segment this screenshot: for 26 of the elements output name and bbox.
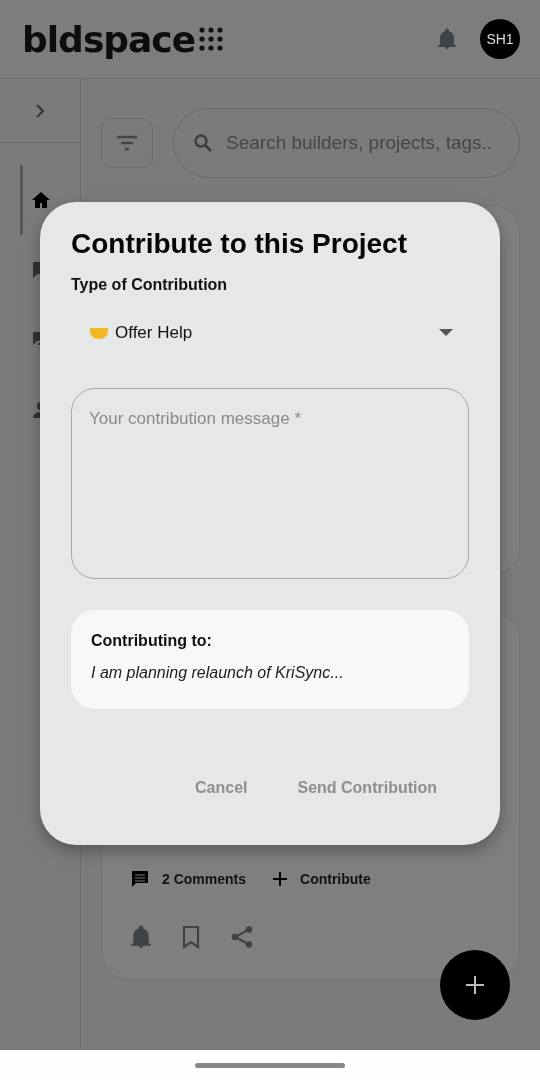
logo-mark-icon: [199, 27, 224, 51]
contribute-button[interactable]: Contribute: [272, 871, 371, 887]
message-field[interactable]: Your contribution message *: [71, 388, 469, 579]
home-indicator[interactable]: [195, 1062, 345, 1068]
logo-text: bldspace: [22, 18, 196, 60]
home-icon: [31, 190, 51, 210]
field-label: Type of Contribution: [71, 276, 229, 294]
comment-icon: [130, 869, 150, 889]
caret-icon: [439, 329, 453, 337]
chevron-right-icon[interactable]: [35, 103, 45, 118]
filter-button[interactable]: [101, 118, 153, 168]
context-label: Contributing to:: [91, 632, 213, 650]
dialog-title: Contribute to this Project: [71, 228, 408, 260]
filter-icon: [116, 135, 138, 151]
search-field[interactable]: Search builders, projects, tags..: [173, 108, 520, 178]
notification-bell-icon[interactable]: [437, 28, 457, 50]
plus-icon: [272, 871, 289, 887]
plus-icon: [465, 975, 485, 995]
bell-icon[interactable]: [130, 925, 152, 949]
user-avatar[interactable]: SH1: [480, 19, 520, 59]
search-icon: [193, 133, 213, 153]
bookmark-icon[interactable]: [182, 925, 200, 949]
context-text: I am planning relaunch of KriSync...: [91, 664, 345, 682]
contribution-type-dropdown[interactable]: Offer Help: [71, 298, 469, 368]
comments-button[interactable]: 2 Comments: [130, 869, 247, 889]
share-icon[interactable]: [230, 925, 254, 949]
